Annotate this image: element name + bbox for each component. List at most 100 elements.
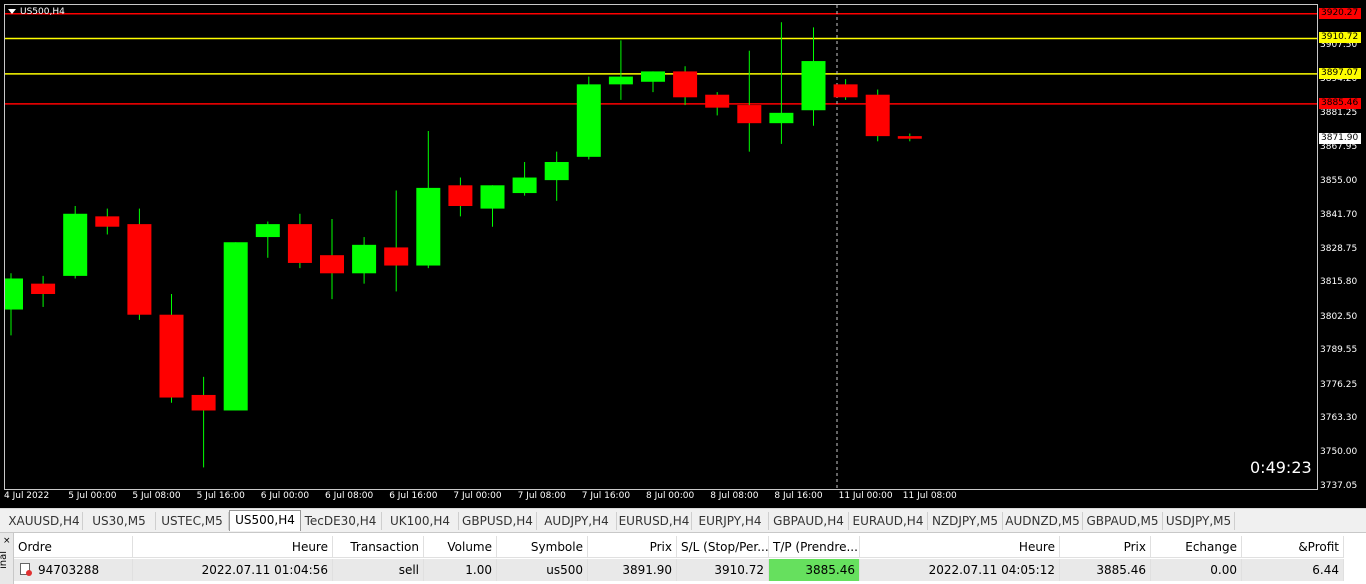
bullish-candle [801, 61, 826, 111]
time-tick-label: 11 Jul 08:00 [902, 491, 957, 501]
column-header[interactable]: Volume [424, 536, 497, 558]
table-cell[interactable]: 2022.07.11 01:04:56 [133, 559, 333, 581]
order-cell[interactable]: 94703288 [14, 559, 133, 581]
level-price-tag: 3885.46 [1319, 97, 1361, 109]
symbol-tab[interactable]: US500,H4 [229, 510, 301, 531]
bullish-candle [255, 224, 280, 238]
symbol-tab[interactable]: XAUUSD,H4 [6, 512, 83, 530]
bullish-candle [63, 213, 88, 276]
price-tick-label: 3737.05 [1320, 481, 1358, 491]
bullish-candle [5, 278, 23, 310]
column-header[interactable]: Prix [1060, 536, 1151, 558]
table-cell[interactable]: 1.00 [424, 559, 497, 581]
column-header[interactable]: T/P (Prendre... [769, 536, 860, 558]
symbol-tab[interactable]: GBPAUD,M5 [1083, 512, 1163, 530]
price-tick-label: 3828.75 [1320, 243, 1358, 254]
symbol-tab[interactable]: GBPUSD,H4 [459, 512, 537, 530]
bearish-candle [865, 94, 890, 137]
table-cell[interactable]: 3910.72 [677, 559, 769, 581]
bearish-candle [320, 255, 344, 274]
column-header[interactable]: Symbole [497, 536, 588, 558]
time-tick-label: 8 Jul 08:00 [710, 491, 759, 501]
bullish-candle [608, 76, 633, 85]
bullish-candle [352, 244, 377, 274]
bearish-candle [287, 224, 312, 263]
symbol-tab[interactable]: USTEC,M5 [156, 512, 229, 530]
terminal-side-strip: × inal [0, 533, 14, 584]
bullish-candle [544, 162, 569, 181]
table-cell[interactable]: 2022.07.11 04:05:12 [860, 559, 1060, 581]
bullish-candle [223, 242, 248, 411]
time-tick-label: 4 Jul 2022 [4, 491, 50, 501]
symbol-tab[interactable]: UK100,H4 [382, 512, 459, 530]
bearish-candle [159, 314, 184, 398]
time-tick-label: 8 Jul 16:00 [774, 491, 823, 501]
price-tick-label: 3815.80 [1320, 277, 1358, 288]
sell-marker-icon [26, 570, 32, 576]
candlestick-chart[interactable] [5, 5, 1317, 489]
column-header[interactable]: S/L (Stop/Per... [677, 536, 769, 558]
time-tick-label: 7 Jul 08:00 [517, 491, 566, 501]
symbol-tab[interactable]: NZDJPY,M5 [928, 512, 1003, 530]
dropdown-triangle-icon[interactable] [8, 9, 16, 14]
column-header[interactable]: Prix [588, 536, 677, 558]
symbol-tab[interactable]: EURJPY,H4 [692, 512, 769, 530]
level-price-tag: 3910.72 [1319, 32, 1361, 44]
bearish-candle [191, 394, 216, 411]
bullish-candle [641, 71, 665, 82]
time-tick-label: 5 Jul 16:00 [196, 491, 245, 501]
bearish-candle [897, 136, 922, 139]
symbol-tab[interactable]: EURUSD,H4 [617, 512, 692, 530]
time-tick-label: 5 Jul 00:00 [68, 491, 117, 501]
bearish-candle [737, 105, 762, 124]
price-tick-label: 3789.55 [1320, 345, 1358, 356]
table-cell[interactable]: 3891.90 [588, 559, 677, 581]
close-icon[interactable]: × [3, 536, 11, 546]
symbol-tab[interactable]: TecDE30,H4 [300, 512, 382, 530]
table-cell[interactable]: sell [333, 559, 424, 581]
bearish-candle [384, 247, 409, 266]
time-tick-label: 6 Jul 08:00 [325, 491, 374, 501]
table-cell[interactable]: 3885.46 [1060, 559, 1151, 581]
bearish-candle [31, 283, 56, 295]
column-header[interactable]: Heure [860, 536, 1060, 558]
table-cell[interactable]: 0.00 [1151, 559, 1242, 581]
bearish-candle [127, 224, 152, 315]
column-header[interactable]: Transaction [333, 536, 424, 558]
bar-countdown-timer: 0:49:23 [1250, 458, 1312, 477]
symbol-tab[interactable]: USDJPY,M5 [1163, 512, 1235, 530]
column-header[interactable]: &Profit [1242, 536, 1344, 558]
time-tick-label: 6 Jul 00:00 [260, 491, 310, 501]
bearish-candle [673, 71, 698, 98]
time-axis[interactable]: 4 Jul 2022 5 Jul 00:00 5 Jul 08:00 5 Jul 16… [4, 488, 1316, 508]
bearish-candle [833, 84, 858, 98]
chart-area[interactable] [4, 4, 1318, 490]
bullish-candle [480, 185, 505, 209]
terminal-panel: × inal Ordre 94703288 Heure 2022.07.11 01:0… [0, 532, 1366, 584]
price-axis[interactable]: 3907.50 3894.20 3881.25 3867.95 3855.00 3841.… [1317, 4, 1366, 508]
symbol-tab[interactable]: AUDJPY,H4 [537, 512, 617, 530]
bearish-candle [705, 94, 730, 108]
symbol-title[interactable]: US500,H4 [4, 4, 65, 20]
table-cell[interactable]: us500 [497, 559, 588, 581]
current-price-tag: 3871.90 [1319, 132, 1361, 144]
level-price-tag: 3920.27 [1319, 7, 1361, 19]
chart-tabs-bar: XAUUSD,H4 US30,M5 USTEC,M5 US500,H4 TecDE30,… [0, 508, 1366, 531]
symbol-tab[interactable]: US30,M5 [83, 512, 156, 530]
bullish-candle [512, 177, 537, 194]
time-tick-label: 7 Jul 16:00 [581, 491, 631, 501]
column-header[interactable]: Ordre [14, 536, 133, 558]
bearish-candle [95, 216, 120, 227]
bullish-candle [416, 187, 441, 266]
table-cell[interactable]: 6.44 [1242, 559, 1344, 581]
time-tick-label: 7 Jul 00:00 [453, 491, 502, 501]
bearish-candle [448, 185, 473, 207]
column-header[interactable]: Echange [1151, 536, 1242, 558]
symbol-tab[interactable]: GBPAUD,H4 [769, 512, 849, 530]
symbol-tab[interactable]: AUDNZD,M5 [1003, 512, 1083, 530]
symbol-tab[interactable]: EURAUD,H4 [849, 512, 928, 530]
bullish-candle [576, 84, 601, 157]
table-cell[interactable]: 3885.46 [769, 559, 860, 581]
chart-window[interactable]: US500,H4 3907.50 3894.20 3881.25 3867.95 385… [0, 0, 1366, 508]
column-header[interactable]: Heure [133, 536, 333, 558]
